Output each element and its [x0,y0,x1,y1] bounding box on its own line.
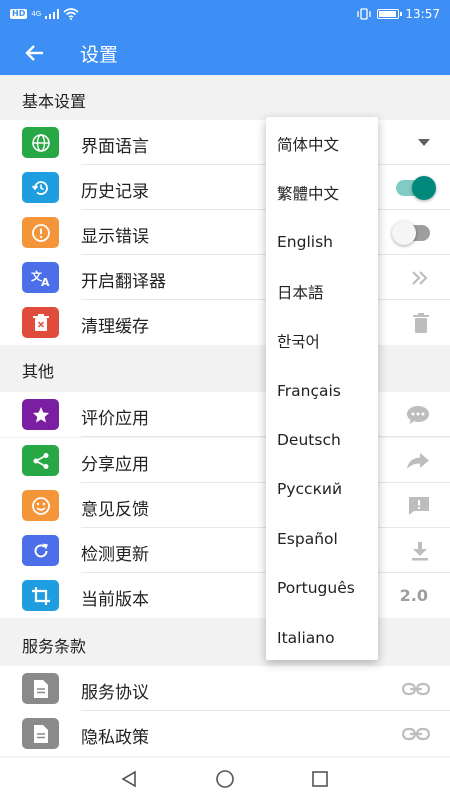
icon-tile [22,718,59,749]
battery-icon [377,9,403,19]
setting-rate-app[interactable]: 评价应用 [0,392,450,437]
setting-check-update[interactable]: 检测更新 [0,528,450,573]
refresh-icon [34,543,48,557]
forward-arrow-icon [407,452,429,469]
nav-home-button[interactable] [212,766,238,792]
setting-label: 意见反馈 [81,500,149,520]
globe-icon [31,133,50,152]
section-title: 其他 [22,362,55,381]
setting-label: 历史记录 [81,182,149,202]
network-type: 4G [31,10,42,18]
alert-icon [31,223,50,242]
icon-tile [22,172,59,203]
crop-icon [31,586,50,605]
document-icon [33,679,48,698]
nav-recents-button[interactable] [307,766,333,792]
section-title: 服务条款 [22,637,87,656]
language-option-en[interactable]: English [266,218,378,267]
setting-label: 分享应用 [81,455,149,475]
setting-label: 清理缓存 [81,317,149,337]
language-option-zh-hant[interactable]: 繁體中文 [266,168,378,217]
icon-tile [22,445,59,476]
errors-toggle[interactable] [392,220,430,245]
setting-label: 评价应用 [81,409,149,429]
setting-label: 服务协议 [81,683,149,703]
language-option-zh-hans[interactable]: 简体中文 [266,119,378,168]
icon-tile [22,535,59,566]
setting-label: 开启翻译器 [81,272,166,292]
link-icon [402,682,430,695]
language-option-fr[interactable]: Français [266,366,378,415]
language-option-it[interactable]: Italiano [266,613,378,662]
icon-tile [22,127,59,158]
square-recents-icon [312,771,328,787]
chat-bubble-icon [407,405,429,424]
history-toggle[interactable] [396,175,436,200]
app-bar: 设置 [0,30,450,75]
icon-tile [22,580,59,611]
svg-text:A: A [41,276,50,288]
setting-show-errors[interactable]: 显示错误 [0,210,450,255]
signal-icon [45,9,60,19]
language-option-ja[interactable]: 日本語 [266,267,378,316]
setting-service-agreement[interactable]: 服务协议 [0,666,450,711]
page-title: 设置 [80,44,119,66]
feedback-icon [409,496,429,515]
smile-icon [31,496,50,515]
section-terms: 服务条款 [0,620,450,665]
setting-label: 隐私政策 [81,728,149,748]
setting-current-version: 当前版本 2.0 [0,573,450,618]
system-nav-bar [0,758,450,800]
document-icon [33,724,48,743]
wifi-icon [63,8,79,20]
language-option-ko[interactable]: 한국어 [266,317,378,366]
icon-tile [22,673,59,704]
nav-back-button[interactable] [116,766,142,792]
language-option-pt[interactable]: Português [266,564,378,613]
icon-tile [22,399,59,430]
language-option-de[interactable]: Deutsch [266,415,378,464]
status-time: 13:57 [405,7,440,21]
link-icon [402,727,430,740]
delete-icon [413,312,429,333]
setting-history[interactable]: 历史记录 [0,165,450,210]
setting-language[interactable]: 界面语言 [0,120,450,165]
setting-translator[interactable]: 文A 开启翻译器 [0,255,450,300]
setting-label: 当前版本 [81,590,149,610]
language-option-ru[interactable]: Русский [266,465,378,514]
double-chevron-right-icon [412,270,428,285]
download-icon [412,541,428,560]
triangle-back-icon [121,770,136,788]
section-other: 其他 [0,345,450,390]
status-bar: HD 4G 13:57 [0,0,450,30]
setting-label: 显示错误 [81,227,149,247]
setting-share-app[interactable]: 分享应用 [0,438,450,483]
trash-icon [32,313,49,331]
circle-home-icon [216,770,234,788]
icon-tile [22,490,59,521]
version-value: 2.0 [399,586,428,605]
star-icon [32,406,49,422]
icon-tile [22,307,59,338]
setting-privacy-policy[interactable]: 隐私政策 [0,711,450,756]
section-basic-settings: 基本设置 [0,75,450,120]
history-icon [31,180,48,195]
language-dropdown-toggle[interactable] [418,120,430,165]
hd-indicator: HD [10,9,28,19]
translate-icon: 文A [31,269,50,288]
back-button[interactable] [20,38,50,68]
icon-tile [22,217,59,248]
setting-feedback[interactable]: 意见反馈 [0,483,450,528]
setting-label: 检测更新 [81,545,149,565]
arrow-left-icon [25,45,43,61]
icon-tile: 文A [22,262,59,293]
caret-down-icon [418,138,430,146]
setting-label: 界面语言 [81,137,149,157]
language-dropdown-menu: 简体中文 繁體中文 English 日本語 한국어 Français Deuts… [266,117,378,660]
section-title: 基本设置 [22,92,87,111]
vibrate-icon [357,8,372,20]
share-icon [33,452,48,469]
setting-clear-cache[interactable]: 清理缓存 [0,300,450,345]
language-option-es[interactable]: Español [266,514,378,563]
